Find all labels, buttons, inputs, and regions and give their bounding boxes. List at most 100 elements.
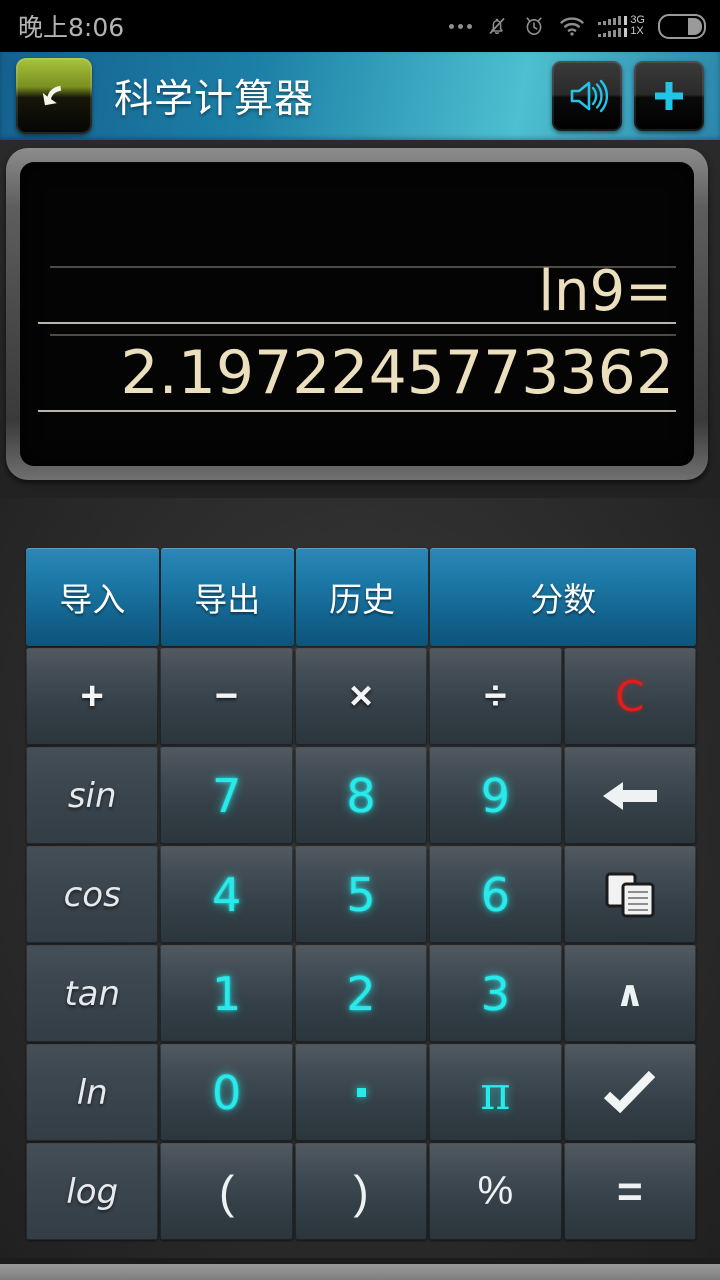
minus-label: − [214,674,239,718]
bell-muted-icon [485,14,509,38]
checkmark-icon [603,1070,656,1113]
cos-button[interactable]: cos [26,846,159,943]
status-bar-icons: 3G 1X [449,13,706,39]
digit-5-label: 5 [346,867,376,922]
network-label-1x: 1X [630,25,644,37]
digit-9-button[interactable]: 9 [429,747,562,844]
digit-6-label: 6 [480,867,511,922]
clear-button[interactable]: C [563,648,697,745]
plus-button[interactable]: + [26,648,159,745]
plus-icon [655,82,683,110]
digit-7-button[interactable]: 7 [160,747,293,844]
copy-button[interactable] [563,846,697,943]
status-bar-time: 晚上8:06 [18,13,125,42]
history-label: 历史 [328,580,395,619]
digit-8-label: 8 [346,768,376,823]
back-arrow-icon [42,85,62,106]
sin-label: sin [67,775,117,816]
digit-0-button[interactable]: 0 [160,1044,293,1141]
sqrt-button[interactable] [563,1044,697,1141]
keypad-row-parens: log ( ) % = [26,1143,697,1240]
open-paren-label: ( [218,1165,235,1218]
decimal-point-glyph [356,1088,366,1097]
close-paren-button[interactable]: ) [294,1143,428,1240]
alarm-clock-icon [522,14,546,38]
backspace-arrow-icon [602,781,657,810]
equals-label: = [616,1166,643,1216]
digit-1-button[interactable]: 1 [160,945,293,1042]
digit-5-button[interactable]: 5 [294,846,428,943]
plus-label: + [80,674,104,718]
display-panel: ln9= 2.1972245773362 [0,140,720,498]
bottom-system-strip [0,1264,720,1280]
backspace-button[interactable] [563,747,697,844]
log-label: log [66,1171,119,1212]
speaker-icon [570,79,608,113]
keypad-row-789: sin 7 8 9 [26,747,697,844]
more-dots-icon [449,23,473,29]
digit-3-button[interactable]: 3 [429,945,562,1042]
title-bar: 科学计算器 [0,52,720,140]
digit-0-label: 0 [211,1065,242,1120]
keypad-grid: 导入 导出 历史 分数 + − × ÷ C sin 7 8 9 cos 4 5 … [26,548,697,1240]
calculator-display[interactable]: ln9= 2.1972245773362 [20,162,694,466]
digit-2-button[interactable]: 2 [294,945,428,1042]
copy-pages-icon [605,872,655,917]
history-button[interactable]: 历史 [295,548,429,646]
digit-4-label: 4 [211,867,242,922]
pi-label: π [480,1065,511,1120]
display-guide-line [50,334,676,336]
battery-icon [658,13,706,39]
wifi-icon [559,15,585,37]
import-button[interactable]: 导入 [26,548,159,646]
digit-8-button[interactable]: 8 [294,747,428,844]
digit-6-button[interactable]: 6 [429,846,562,943]
equals-button[interactable]: = [563,1143,697,1240]
cos-label: cos [63,874,121,915]
ln-button[interactable]: ln [26,1044,159,1141]
display-guide-line [38,322,676,324]
close-paren-label: ) [353,1165,369,1218]
sin-button[interactable]: sin [26,747,159,844]
power-button[interactable]: ∧ [563,945,697,1042]
keypad-row-tools: 导入 导出 历史 分数 [26,548,696,646]
fraction-button[interactable]: 分数 [430,548,696,646]
percent-label: % [477,1169,514,1213]
signal-bars-icon: 3G 1X [598,15,645,37]
multiply-button[interactable]: × [294,648,428,745]
percent-button[interactable]: % [429,1143,562,1240]
display-guide-line [38,410,676,412]
display-bezel: ln9= 2.1972245773362 [6,148,708,480]
divide-button[interactable]: ÷ [429,648,562,745]
digit-4-button[interactable]: 4 [160,846,293,943]
display-result: 2.1972245773362 [120,338,674,408]
tan-label: tan [64,973,121,1014]
minus-button[interactable]: − [160,648,293,745]
export-button[interactable]: 导出 [160,548,294,646]
log-button[interactable]: log [26,1143,159,1240]
decimal-point-button[interactable] [294,1044,428,1141]
keypad-row-operators: + − × ÷ C [26,648,697,745]
network-type-labels: 3G 1X [630,15,645,37]
power-label: ∧ [615,972,645,1014]
tan-button[interactable]: tan [26,945,159,1042]
fraction-label: 分数 [530,580,597,619]
multiply-label: × [349,674,373,718]
digit-9-label: 9 [480,768,511,823]
sound-button[interactable] [552,61,622,131]
digit-1-label: 1 [211,966,242,1021]
page-title: 科学计算器 [114,77,315,122]
pi-button[interactable]: π [429,1044,562,1141]
export-label: 导出 [194,580,261,619]
add-button[interactable] [634,61,704,131]
keypad-row-0-pi: ln 0 π [26,1044,697,1141]
open-paren-button[interactable]: ( [160,1143,293,1240]
status-bar: 晚上8:06 3G 1X [0,0,720,52]
digit-3-label: 3 [480,966,511,1021]
digit-2-label: 2 [346,966,376,1021]
back-button[interactable] [16,58,92,134]
keypad-area: 导入 导出 历史 分数 + − × ÷ C sin 7 8 9 cos 4 5 … [0,498,720,1258]
digit-7-label: 7 [211,768,242,823]
divide-label: ÷ [484,674,507,718]
ln-label: ln [76,1072,108,1113]
